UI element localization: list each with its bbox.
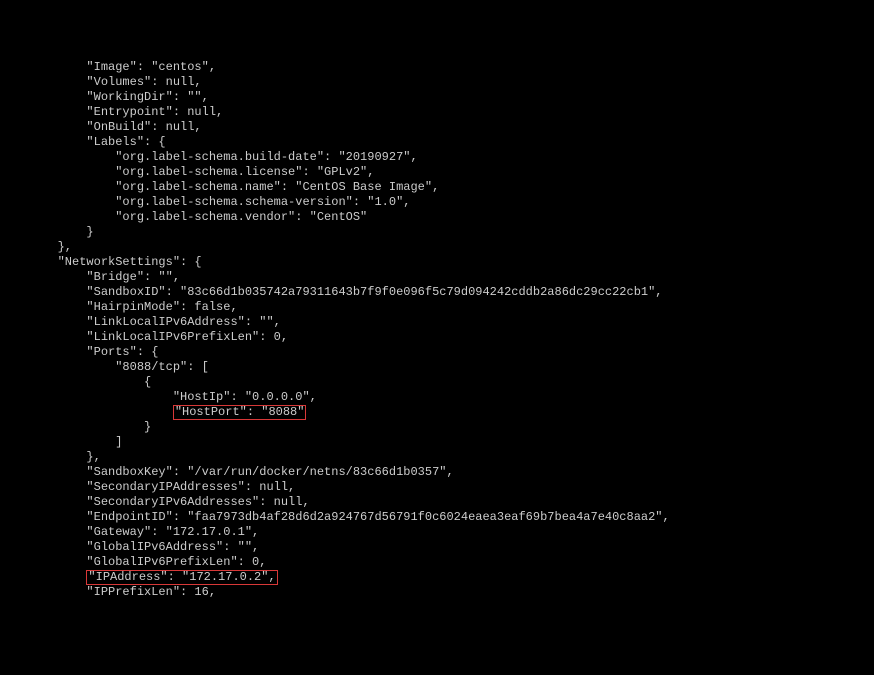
json-line: "SandboxID": "83c66d1b035742a79311643b7f…: [0, 285, 663, 299]
json-line: "SecondaryIPv6Addresses": null,: [0, 495, 310, 509]
json-line: [0, 405, 173, 419]
json-line: "OnBuild": null,: [0, 120, 202, 134]
json-line: "Ports": {: [0, 345, 158, 359]
json-line: "HairpinMode": false,: [0, 300, 238, 314]
json-line: "GlobalIPv6PrefixLen": 0,: [0, 555, 266, 569]
json-line: },: [0, 450, 101, 464]
json-line: "Gateway": "172.17.0.1",: [0, 525, 259, 539]
json-line: "HostIp": "0.0.0.0",: [0, 390, 317, 404]
json-line: "IPPrefixLen": 16,: [0, 585, 216, 599]
json-line: "Volumes": null,: [0, 75, 202, 89]
highlight-ipaddress: "IPAddress": "172.17.0.2",: [86, 570, 277, 585]
json-line: ]: [0, 435, 122, 449]
json-line: "org.label-schema.name": "CentOS Base Im…: [0, 180, 439, 194]
json-line: "WorkingDir": "",: [0, 90, 209, 104]
json-line: "SecondaryIPAddresses": null,: [0, 480, 295, 494]
json-line: "NetworkSettings": {: [0, 255, 202, 269]
json-line: }: [0, 420, 151, 434]
json-line: "Bridge": "",: [0, 270, 180, 284]
json-line: {: [0, 375, 151, 389]
json-line: "8088/tcp": [: [0, 360, 209, 374]
json-line: "LinkLocalIPv6PrefixLen": 0,: [0, 330, 288, 344]
highlight-hostport: "HostPort": "8088": [173, 405, 307, 420]
terminal-output: "Image": "centos", "Volumes": null, "Wor…: [0, 60, 874, 600]
json-line: "Labels": {: [0, 135, 166, 149]
json-line: "org.label-schema.license": "GPLv2",: [0, 165, 374, 179]
json-line: [0, 570, 86, 584]
json-line: },: [0, 240, 72, 254]
json-line: "org.label-schema.build-date": "20190927…: [0, 150, 418, 164]
json-line: "SandboxKey": "/var/run/docker/netns/83c…: [0, 465, 454, 479]
json-line: "Image": "centos",: [0, 60, 216, 74]
json-line: "EndpointID": "faa7973db4af28d6d2a924767…: [0, 510, 670, 524]
json-line: "org.label-schema.schema-version": "1.0"…: [0, 195, 410, 209]
json-line: "LinkLocalIPv6Address": "",: [0, 315, 281, 329]
json-line: "GlobalIPv6Address": "",: [0, 540, 259, 554]
json-line: "Entrypoint": null,: [0, 105, 223, 119]
json-line: "org.label-schema.vendor": "CentOS": [0, 210, 367, 224]
json-line: }: [0, 225, 94, 239]
